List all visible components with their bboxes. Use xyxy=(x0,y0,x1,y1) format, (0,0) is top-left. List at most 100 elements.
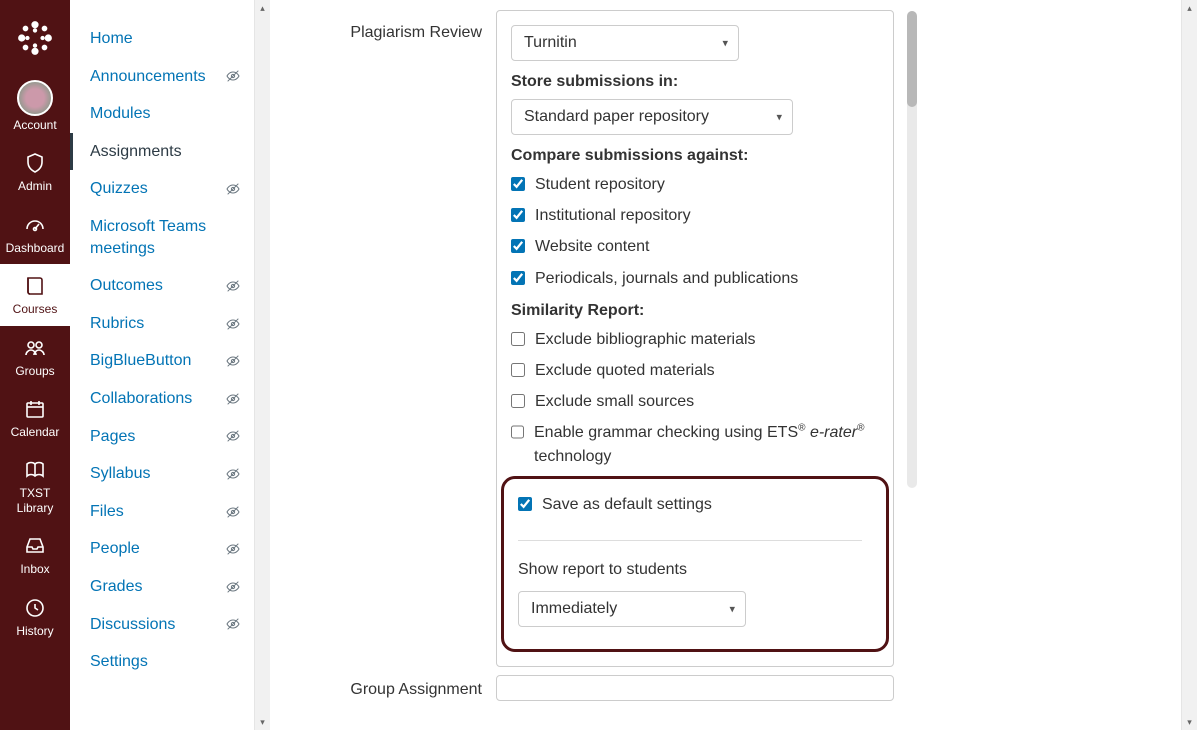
course-nav-item-rubrics[interactable]: Rubrics xyxy=(70,305,254,343)
nav-inbox-label: Inbox xyxy=(20,562,49,576)
compare-checkbox[interactable] xyxy=(511,208,525,222)
shield-icon xyxy=(21,149,49,177)
inner-scrollbar-thumb[interactable] xyxy=(907,11,917,107)
plagiarism-tool-select[interactable]: Turnitin ▾ xyxy=(511,25,739,61)
save-default-checkbox[interactable] xyxy=(518,497,532,511)
compare-checkbox[interactable] xyxy=(511,177,525,191)
main-scrollbar[interactable] xyxy=(1181,0,1197,730)
store-submissions-select[interactable]: Standard paper repository ▾ xyxy=(511,99,793,135)
show-report-label: Show report to students xyxy=(518,561,862,579)
course-nav-item-home[interactable]: Home xyxy=(70,20,254,58)
nav-account[interactable]: Account xyxy=(0,72,70,141)
course-nav-scrollbar[interactable] xyxy=(254,0,270,730)
course-nav-item-announcements[interactable]: Announcements xyxy=(70,58,254,96)
compare-checkbox[interactable] xyxy=(511,271,525,285)
group-assignment-row: Group Assignment xyxy=(280,675,1171,701)
nav-library[interactable]: TXST Library xyxy=(0,448,70,524)
course-nav-item-grades[interactable]: Grades xyxy=(70,568,254,606)
hidden-eye-icon xyxy=(224,352,242,370)
nav-courses[interactable]: Courses xyxy=(0,264,70,325)
grammar-checking-option[interactable]: Enable grammar checking using ETS® e-rat… xyxy=(511,421,879,467)
similarity-checkbox[interactable] xyxy=(511,394,525,408)
course-nav-item-modules[interactable]: Modules xyxy=(70,95,254,133)
similarity-option[interactable]: Exclude quoted materials xyxy=(511,359,879,382)
course-nav-item-microsoft-teams-meetings[interactable]: Microsoft Teams meetings xyxy=(70,208,254,267)
grammar-checkbox[interactable] xyxy=(511,425,524,439)
compare-against-label: Compare submissions against: xyxy=(511,147,879,165)
highlighted-settings-box: Save as default settings Show report to … xyxy=(501,476,889,652)
book-icon xyxy=(21,272,49,300)
course-nav-item-people[interactable]: People xyxy=(70,530,254,568)
course-nav-item-assignments[interactable]: Assignments xyxy=(70,133,254,171)
main-content: Plagiarism Review Turnitin ▾ Store submi… xyxy=(270,0,1181,730)
hidden-eye-icon xyxy=(224,578,242,596)
course-nav-item-files[interactable]: Files xyxy=(70,493,254,531)
scroll-up-arrow[interactable] xyxy=(1182,0,1197,16)
nav-history[interactable]: History xyxy=(0,586,70,647)
similarity-option-label: Exclude bibliographic materials xyxy=(535,328,756,351)
course-nav-item-settings[interactable]: Settings xyxy=(70,643,254,681)
course-nav-label: Pages xyxy=(90,426,135,448)
course-nav-label: People xyxy=(90,538,140,560)
save-default-option[interactable]: Save as default settings xyxy=(518,493,862,516)
similarity-checkbox[interactable] xyxy=(511,332,525,346)
course-nav-label: Discussions xyxy=(90,614,175,636)
course-nav-label: Home xyxy=(90,28,133,50)
hidden-eye-icon xyxy=(224,615,242,633)
course-nav-label: Microsoft Teams meetings xyxy=(90,216,242,259)
nav-courses-label: Courses xyxy=(13,302,58,316)
inbox-icon xyxy=(21,532,49,560)
course-nav-label: Rubrics xyxy=(90,313,144,335)
avatar xyxy=(17,80,53,116)
hidden-eye-icon xyxy=(224,277,242,295)
nav-calendar[interactable]: Calendar xyxy=(0,387,70,448)
scroll-down-arrow[interactable] xyxy=(255,714,270,730)
nav-admin[interactable]: Admin xyxy=(0,141,70,202)
similarity-checkbox[interactable] xyxy=(511,363,525,377)
course-nav-item-quizzes[interactable]: Quizzes xyxy=(70,170,254,208)
chevron-down-icon: ▾ xyxy=(776,111,782,124)
nav-dashboard-label: Dashboard xyxy=(6,241,65,255)
plagiarism-review-label: Plagiarism Review xyxy=(280,10,496,42)
course-nav-label: Announcements xyxy=(90,66,206,88)
nav-inbox[interactable]: Inbox xyxy=(0,524,70,585)
hidden-eye-icon xyxy=(224,427,242,445)
scroll-down-arrow[interactable] xyxy=(1182,714,1197,730)
course-nav-item-discussions[interactable]: Discussions xyxy=(70,606,254,644)
compare-option-label: Student repository xyxy=(535,173,665,196)
nav-history-label: History xyxy=(16,624,53,638)
chevron-down-icon: ▾ xyxy=(729,602,735,615)
people-icon xyxy=(21,334,49,362)
compare-option[interactable]: Institutional repository xyxy=(511,204,879,227)
scroll-up-arrow[interactable] xyxy=(255,0,270,16)
nav-account-label: Account xyxy=(13,118,56,132)
course-nav-label: Syllabus xyxy=(90,463,150,485)
nav-library-label: TXST Library xyxy=(17,486,54,515)
course-nav-item-bigbluebutton[interactable]: BigBlueButton xyxy=(70,342,254,380)
hidden-eye-icon xyxy=(224,390,242,408)
canvas-logo-icon[interactable] xyxy=(15,18,55,58)
show-report-select[interactable]: Immediately ▾ xyxy=(518,591,746,627)
course-nav-label: Settings xyxy=(90,651,148,673)
course-nav-label: Collaborations xyxy=(90,388,192,410)
similarity-option[interactable]: Exclude small sources xyxy=(511,390,879,413)
hidden-eye-icon xyxy=(224,503,242,521)
similarity-report-label: Similarity Report: xyxy=(511,302,879,320)
store-submissions-label: Store submissions in: xyxy=(511,73,879,91)
compare-option[interactable]: Website content xyxy=(511,235,879,258)
similarity-option[interactable]: Exclude bibliographic materials xyxy=(511,328,879,351)
course-nav-item-syllabus[interactable]: Syllabus xyxy=(70,455,254,493)
compare-option[interactable]: Periodicals, journals and publications xyxy=(511,267,879,290)
course-nav-item-pages[interactable]: Pages xyxy=(70,418,254,456)
hidden-eye-icon xyxy=(224,465,242,483)
course-nav-label: Outcomes xyxy=(90,275,163,297)
compare-option-label: Periodicals, journals and publications xyxy=(535,267,798,290)
nav-dashboard[interactable]: Dashboard xyxy=(0,203,70,264)
nav-groups[interactable]: Groups xyxy=(0,326,70,387)
course-nav-item-collaborations[interactable]: Collaborations xyxy=(70,380,254,418)
compare-option[interactable]: Student repository xyxy=(511,173,879,196)
course-nav-item-outcomes[interactable]: Outcomes xyxy=(70,267,254,305)
plagiarism-review-field: Turnitin ▾ Store submissions in: Standar… xyxy=(496,10,894,667)
open-book-icon xyxy=(21,456,49,484)
compare-checkbox[interactable] xyxy=(511,239,525,253)
